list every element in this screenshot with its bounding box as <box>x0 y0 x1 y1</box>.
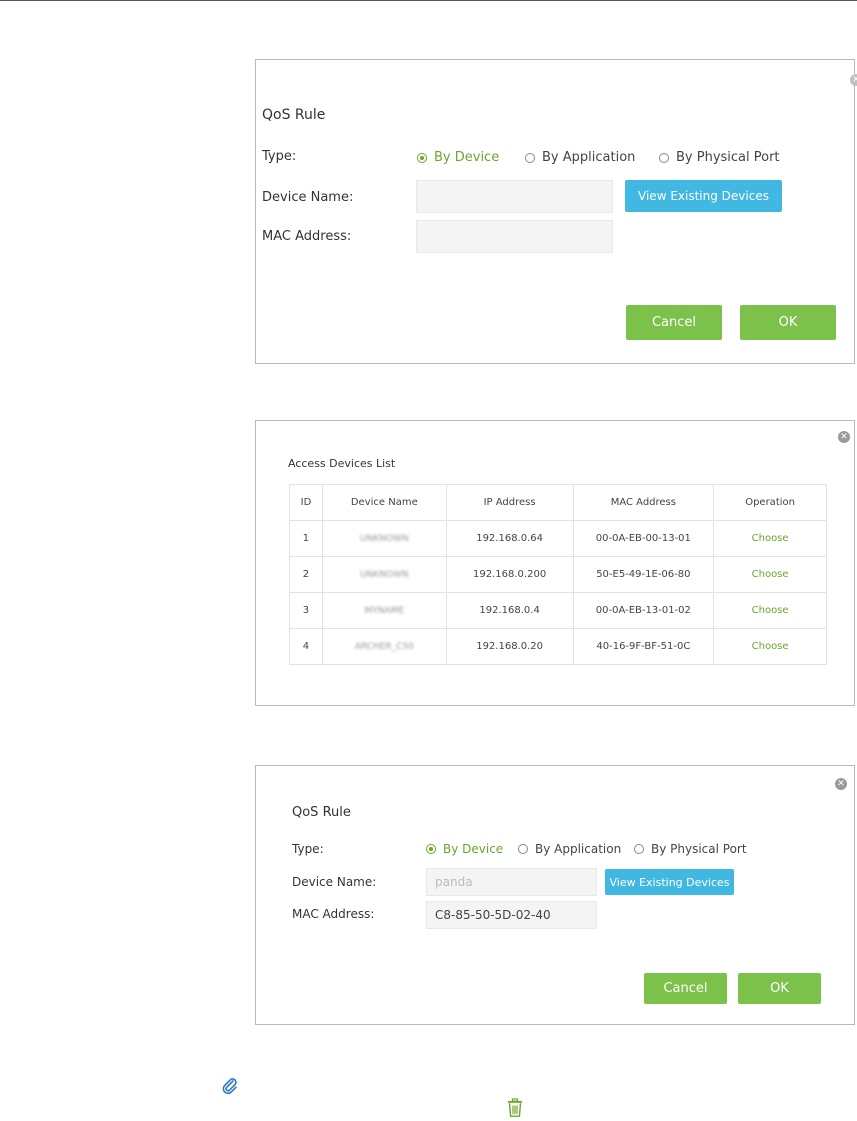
blurred-device-name: UNKNOWN <box>359 534 409 544</box>
cancel-button[interactable]: Cancel <box>644 973 727 1004</box>
radio-by-physical-port[interactable]: By Physical Port <box>634 842 747 856</box>
column-header: ID <box>289 484 323 521</box>
row-ip: 192.168.0.20 <box>445 628 574 665</box>
type-label: Type: <box>292 842 324 856</box>
radio-empty-icon <box>659 152 669 163</box>
column-header: MAC Address <box>572 484 715 521</box>
dialog-title: QoS Rule <box>292 805 351 820</box>
blurred-device-name: UNKNOWN <box>359 570 409 580</box>
row-device-name: MYNAME <box>321 592 447 629</box>
qos-rule-dialog-filled: ✕ QoS Rule Type: By Device By Applicatio… <box>255 765 855 1025</box>
row-id: 3 <box>289 592 323 629</box>
paperclip-icon <box>222 1078 237 1095</box>
close-icon[interactable]: ✕ <box>838 431 850 443</box>
row-mac: 50-E5-49-1E-06-80 <box>572 556 715 593</box>
ok-button[interactable]: OK <box>740 305 836 340</box>
device-name-label: Device Name: <box>292 875 377 889</box>
top-divider <box>0 0 857 1</box>
cancel-button[interactable]: Cancel <box>626 305 722 340</box>
table-row: 3 MYNAME 192.168.0.4 00-0A-EB-13-01-02 C… <box>289 592 827 629</box>
row-device-name: UNKNOWN <box>321 556 447 593</box>
trash-icon <box>508 1098 522 1117</box>
row-mac: 00-0A-EB-13-01-02 <box>572 592 715 629</box>
choose-link[interactable]: Choose <box>713 628 827 665</box>
radio-empty-icon <box>634 844 644 854</box>
device-name-input[interactable] <box>416 180 613 213</box>
row-mac: 00-0A-EB-00-13-01 <box>572 520 715 557</box>
row-id: 1 <box>289 520 323 557</box>
mac-address-input[interactable] <box>426 901 597 929</box>
column-header: Operation <box>713 484 827 521</box>
radio-selected-icon <box>417 152 427 163</box>
row-mac: 40-16-9F-BF-51-0C <box>572 628 715 665</box>
close-icon[interactable]: ✕ <box>835 778 847 790</box>
row-device-name: ARCHER_C50 <box>321 628 447 665</box>
table-row: 4 ARCHER_C50 192.168.0.20 40-16-9F-BF-51… <box>289 628 827 665</box>
close-icon[interactable]: ✕ <box>850 74 857 86</box>
dialog-title: Access Devices List <box>288 457 396 470</box>
view-existing-devices-button[interactable]: View Existing Devices <box>605 869 734 895</box>
view-existing-devices-button[interactable]: View Existing Devices <box>625 180 782 212</box>
radio-by-application[interactable]: By Application <box>518 842 621 856</box>
ok-button[interactable]: OK <box>738 973 821 1004</box>
row-device-name: UNKNOWN <box>321 520 447 557</box>
table-header-row: ID Device Name IP Address MAC Address Op… <box>289 484 827 521</box>
row-ip: 192.168.0.4 <box>445 592 574 629</box>
table-row: 2 UNKNOWN 192.168.0.200 50-E5-49-1E-06-8… <box>289 556 827 593</box>
radio-by-device[interactable]: By Device <box>417 150 499 165</box>
mac-address-label: MAC Address: <box>292 907 375 921</box>
row-id: 4 <box>289 628 323 665</box>
mac-address-label: MAC Address: <box>262 229 352 244</box>
row-id: 2 <box>289 556 323 593</box>
mac-address-input[interactable] <box>416 220 613 253</box>
blurred-device-name: ARCHER_C50 <box>354 642 414 652</box>
choose-link[interactable]: Choose <box>713 520 827 557</box>
devices-table: ID Device Name IP Address MAC Address Op… <box>289 484 827 665</box>
qos-rule-dialog-empty: ✕ QoS Rule Type: By Device By Applicatio… <box>255 59 857 364</box>
row-ip: 192.168.0.64 <box>445 520 574 557</box>
access-devices-list-dialog: ✕ Access Devices List ID Device Name IP … <box>255 420 855 706</box>
radio-empty-icon <box>518 844 528 854</box>
choose-link[interactable]: Choose <box>713 592 827 629</box>
device-name-label: Device Name: <box>262 190 354 205</box>
radio-empty-icon <box>525 152 535 163</box>
radio-by-application[interactable]: By Application <box>525 150 635 165</box>
dialog-title: QoS Rule <box>262 107 326 123</box>
table-row: 1 UNKNOWN 192.168.0.64 00-0A-EB-00-13-01… <box>289 520 827 557</box>
column-header: IP Address <box>445 484 574 521</box>
column-header: Device Name <box>321 484 447 521</box>
device-name-input[interactable] <box>426 868 597 896</box>
radio-by-device[interactable]: By Device <box>426 842 503 856</box>
choose-link[interactable]: Choose <box>713 556 827 593</box>
row-ip: 192.168.0.200 <box>445 556 574 593</box>
blurred-device-name: MYNAME <box>364 606 405 616</box>
radio-selected-icon <box>426 844 436 854</box>
type-label: Type: <box>262 149 297 164</box>
radio-by-physical-port[interactable]: By Physical Port <box>659 150 780 165</box>
